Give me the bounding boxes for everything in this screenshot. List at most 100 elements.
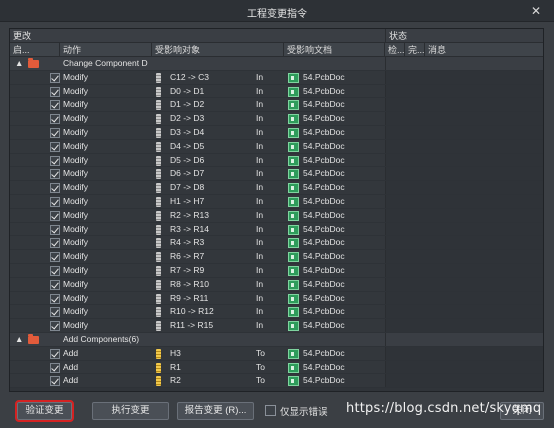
- table-row[interactable]: Modify D0 -> D1 In 54.PcbDoc: [10, 84, 543, 99]
- column-header-message[interactable]: 消息: [425, 43, 543, 57]
- table-row[interactable]: Add R2 To 54.PcbDoc: [10, 374, 543, 389]
- column-header-affected-object[interactable]: 受影响对象: [152, 43, 284, 57]
- only-show-errors-checkbox[interactable]: [265, 405, 276, 416]
- column-header-affected-document[interactable]: 受影响文档: [284, 43, 385, 57]
- affected-object-cell: D5 -> D6: [170, 154, 205, 165]
- enable-checkbox[interactable]: [50, 266, 60, 276]
- direction-cell: In: [256, 99, 264, 110]
- collapse-arrow-icon[interactable]: ▲: [15, 57, 23, 71]
- affected-document-cell: 54.PcbDoc: [303, 168, 345, 179]
- component-icon: [156, 293, 161, 304]
- table-row[interactable]: Modify D4 -> D5 In 54.PcbDoc: [10, 139, 543, 154]
- action-cell: Modify: [63, 168, 89, 179]
- affected-object-cell: R3 -> R14: [170, 223, 209, 234]
- affected-document-cell: 54.PcbDoc: [303, 361, 345, 372]
- pcbdoc-icon: [288, 307, 299, 318]
- report-changes-button[interactable]: 报告变更 (R)...: [177, 402, 254, 420]
- table-row[interactable]: Modify R3 -> R14 In 54.PcbDoc: [10, 222, 543, 237]
- group-row[interactable]: ▲ Change Component D: [10, 57, 543, 71]
- component-icon: [156, 141, 161, 152]
- affected-object-cell: D4 -> D5: [170, 140, 205, 151]
- enable-checkbox[interactable]: [50, 252, 60, 263]
- pcbdoc-icon: [288, 155, 299, 166]
- enable-checkbox[interactable]: [50, 72, 60, 83]
- component-icon: [156, 86, 161, 97]
- table-row[interactable]: Modify R9 -> R11 In 54.PcbDoc: [10, 291, 543, 306]
- enable-checkbox[interactable]: [50, 376, 60, 387]
- column-header-enable[interactable]: 启...: [10, 43, 60, 57]
- direction-cell: In: [256, 306, 264, 317]
- enable-checkbox[interactable]: [50, 155, 60, 166]
- enable-checkbox[interactable]: [50, 141, 60, 152]
- affected-object-cell: R2: [170, 375, 181, 386]
- component-icon: [156, 183, 161, 194]
- title-bar: 工程变更指令 ✕: [0, 0, 554, 22]
- group-label: Add Components(6): [63, 334, 140, 344]
- affected-document-cell: 54.PcbDoc: [303, 278, 345, 289]
- direction-cell: In: [256, 223, 264, 234]
- affected-object-cell: H1 -> H7: [170, 196, 205, 206]
- affected-object-cell: R4 -> R3: [170, 237, 205, 248]
- group-row[interactable]: ▲ Add Components(6): [10, 333, 543, 347]
- table-row[interactable]: Modify R6 -> R7 In 54.PcbDoc: [10, 250, 543, 264]
- action-cell: Modify: [63, 292, 89, 303]
- affected-object-cell: R6 -> R7: [170, 251, 205, 262]
- validate-changes-button[interactable]: 验证变更: [15, 400, 74, 422]
- enable-checkbox[interactable]: [50, 183, 60, 194]
- column-header-check[interactable]: 检...: [385, 43, 405, 57]
- direction-cell: To: [256, 347, 265, 358]
- enable-checkbox[interactable]: [50, 224, 60, 235]
- table-row[interactable]: Modify D5 -> D6 In 54.PcbDoc: [10, 153, 543, 168]
- column-header-action[interactable]: 动作: [60, 43, 152, 57]
- enable-checkbox[interactable]: [50, 128, 60, 138]
- affected-object-cell: D2 -> D3: [170, 113, 205, 124]
- only-show-errors-label: 仅显示错误: [280, 407, 328, 418]
- table-row[interactable]: Modify D3 -> D4 In 54.PcbDoc: [10, 126, 543, 140]
- affected-object-cell: R7 -> R9: [170, 265, 205, 275]
- action-cell: Modify: [63, 182, 89, 193]
- table-row[interactable]: Add H3 To 54.PcbDoc: [10, 346, 543, 361]
- table-row[interactable]: Modify D6 -> D7 In 54.PcbDoc: [10, 167, 543, 182]
- pcbdoc-icon: [288, 321, 299, 332]
- enable-checkbox[interactable]: [50, 100, 60, 111]
- enable-checkbox[interactable]: [50, 86, 60, 97]
- enable-checkbox[interactable]: [50, 348, 60, 359]
- table-row[interactable]: Modify R11 -> R15 In 54.PcbDoc: [10, 319, 543, 333]
- enable-checkbox[interactable]: [50, 321, 60, 332]
- enable-checkbox[interactable]: [50, 169, 60, 180]
- table-row[interactable]: Modify D2 -> D3 In 54.PcbDoc: [10, 112, 543, 126]
- enable-checkbox[interactable]: [50, 197, 60, 207]
- enable-checkbox[interactable]: [50, 210, 60, 221]
- direction-cell: In: [256, 196, 264, 206]
- execute-changes-button[interactable]: 执行变更: [92, 402, 169, 420]
- component-icon: [156, 376, 161, 387]
- column-header-done[interactable]: 完...: [405, 43, 425, 57]
- affected-document-cell: 54.PcbDoc: [303, 292, 345, 303]
- table-row[interactable]: Add R1 To 54.PcbDoc: [10, 360, 543, 375]
- table-row[interactable]: Modify R4 -> R3 In 54.PcbDoc: [10, 236, 543, 251]
- table-row[interactable]: Modify D7 -> D8 In 54.PcbDoc: [10, 181, 543, 195]
- affected-document-cell: 54.PcbDoc: [303, 99, 345, 110]
- table-row[interactable]: Modify R10 -> R12 In 54.PcbDoc: [10, 305, 543, 320]
- table-row[interactable]: Modify C12 -> C3 In 54.PcbDoc: [10, 70, 543, 85]
- pcbdoc-icon: [288, 169, 299, 180]
- table-row[interactable]: Modify D1 -> D2 In 54.PcbDoc: [10, 98, 543, 113]
- direction-cell: To: [256, 375, 265, 386]
- affected-object-cell: H3: [170, 347, 181, 358]
- enable-checkbox[interactable]: [50, 293, 60, 304]
- table-row[interactable]: Modify H1 -> H7 In 54.PcbDoc: [10, 195, 543, 209]
- affected-document-cell: 54.PcbDoc: [303, 140, 345, 151]
- enable-checkbox[interactable]: [50, 307, 60, 318]
- direction-cell: In: [256, 154, 264, 165]
- enable-checkbox[interactable]: [50, 362, 60, 373]
- collapse-arrow-icon[interactable]: ▲: [15, 333, 23, 347]
- pcbdoc-icon: [288, 348, 299, 359]
- enable-checkbox[interactable]: [50, 238, 60, 249]
- pcbdoc-icon: [288, 252, 299, 263]
- table-row[interactable]: Modify R7 -> R9 In 54.PcbDoc: [10, 264, 543, 278]
- table-row[interactable]: Modify R8 -> R10 In 54.PcbDoc: [10, 277, 543, 292]
- enable-checkbox[interactable]: [50, 114, 60, 125]
- enable-checkbox[interactable]: [50, 279, 60, 290]
- close-icon[interactable]: ✕: [528, 3, 544, 19]
- table-row[interactable]: Modify R2 -> R13 In 54.PcbDoc: [10, 208, 543, 223]
